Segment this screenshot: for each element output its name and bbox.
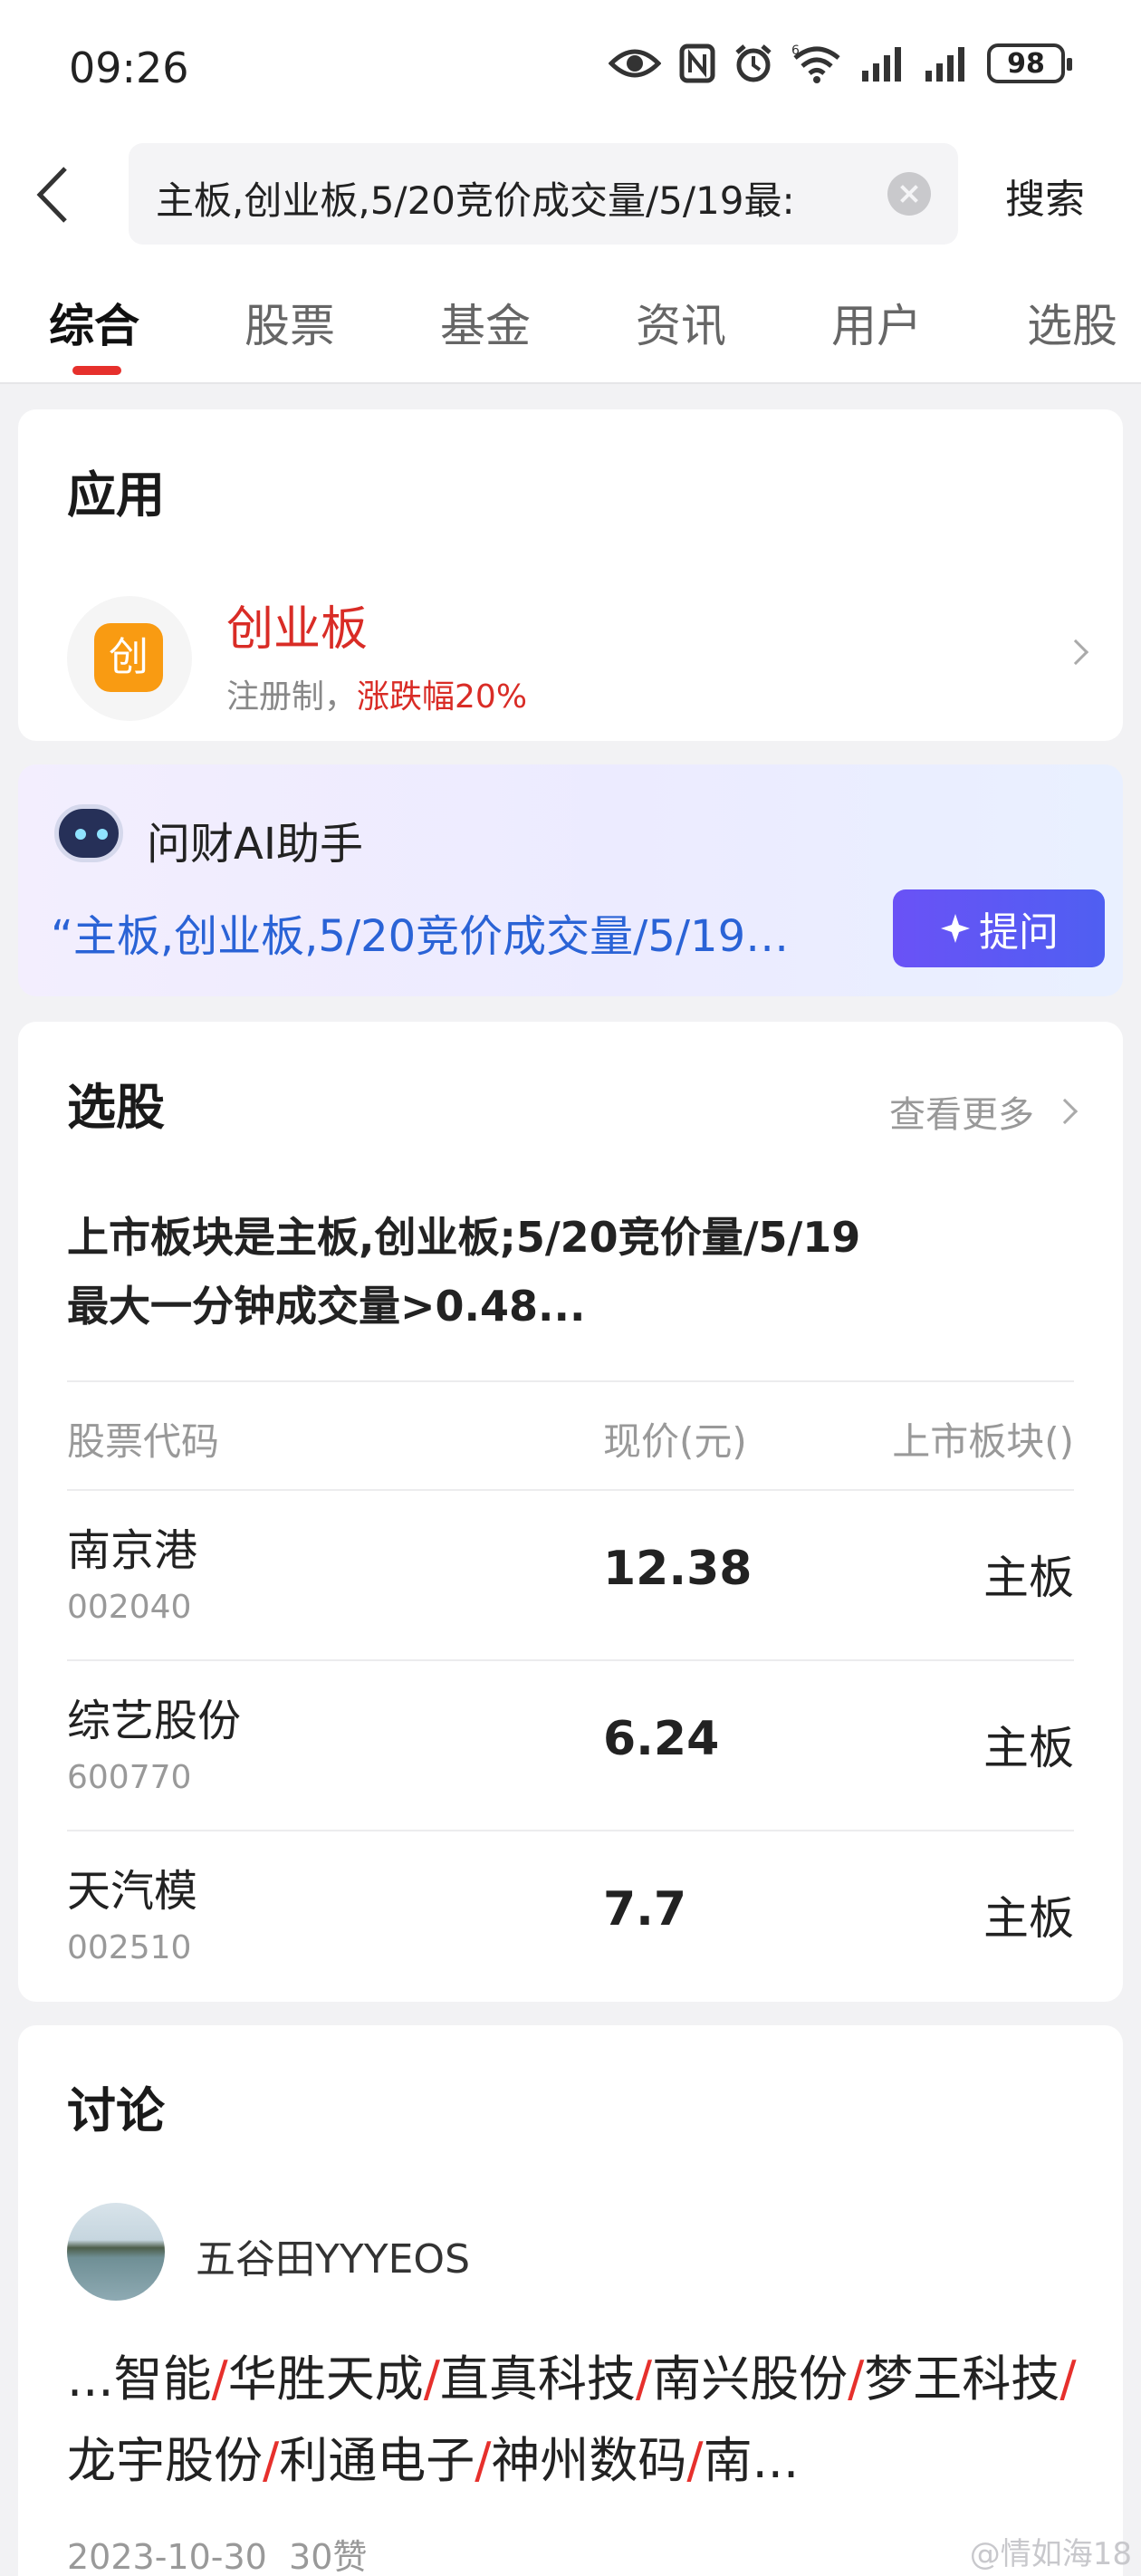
- apps-title: 应用: [67, 466, 165, 524]
- chinext-app-icon: 创: [94, 623, 163, 692]
- signal-icon: [925, 47, 964, 82]
- status-bar: 09:26 6 98: [0, 0, 1141, 136]
- discussion-card: 讨论 五谷田YYYEOS ...智能/华胜天成/直真科技/南兴股份/梦王科技/龙…: [18, 2025, 1123, 2576]
- eye-icon: [609, 49, 661, 78]
- apps-card: 应用 创 创业板 注册制，涨跌幅20%: [18, 409, 1123, 741]
- divider: [67, 1489, 1074, 1491]
- stock-price: 12.38: [603, 1542, 753, 1596]
- post-item: 神州数码: [491, 2432, 687, 2489]
- post-date: 2023-10-30: [67, 2537, 267, 2576]
- app-description: 注册制，涨跌幅20%: [226, 670, 527, 717]
- alarm-icon: [735, 44, 772, 82]
- discussion-title: 讨论: [67, 2082, 165, 2139]
- separator: /: [686, 2432, 704, 2489]
- column-header-code: 股票代码: [67, 1419, 220, 1464]
- nfc-icon: [679, 43, 715, 83]
- robot-eye-icon: [97, 829, 108, 840]
- divider: [67, 1380, 1074, 1382]
- ai-robot-icon: [54, 804, 123, 862]
- separator: /: [475, 2432, 492, 2489]
- tab-comprehensive[interactable]: 综合: [49, 290, 139, 355]
- chevron-right-icon: [1062, 639, 1089, 666]
- watermark: @情如海18: [969, 2536, 1132, 2572]
- stock-name: 综艺股份: [67, 1696, 242, 1746]
- divider: [67, 1659, 1074, 1661]
- separator: /: [848, 2350, 865, 2408]
- ai-assistant-card[interactable]: 问财AI助手 “主板,创业板,5/20竞价成交量/5/19… 提问: [18, 764, 1123, 996]
- post-item: 南兴股份: [652, 2350, 849, 2408]
- post-likes: 30赞: [289, 2537, 368, 2576]
- post-item: 龙宇股份: [67, 2432, 263, 2489]
- app-desc-highlight: 涨跌幅20%: [357, 678, 528, 716]
- post-item: 梦王科技: [864, 2350, 1060, 2408]
- tab-news[interactable]: 资讯: [636, 290, 726, 355]
- ask-button-label: 提问: [979, 909, 1059, 956]
- stock-name: 南京港: [67, 1525, 198, 1576]
- search-button[interactable]: 搜索: [1005, 167, 1085, 225]
- tab-funds[interactable]: 基金: [440, 290, 531, 355]
- stock-name: 天汽模: [67, 1866, 198, 1917]
- post-item: 南...: [703, 2432, 800, 2489]
- stock-board: 主板: [983, 1722, 1074, 1774]
- view-more-label: 查看更多: [889, 1094, 1034, 1136]
- tab-stocks[interactable]: 股票: [244, 290, 335, 355]
- stock-picking-title: 选股: [67, 1079, 165, 1136]
- svg-text:6: 6: [791, 43, 800, 58]
- battery-level: 98: [1007, 47, 1045, 80]
- stock-board: 主板: [983, 1892, 1074, 1945]
- stock-picking-card: 选股 查看更多 上市板块是主板,创业板;5/20竞价量/5/19最大一分钟成交量…: [18, 1022, 1123, 2002]
- battery-icon: 98: [987, 43, 1072, 83]
- stock-board: 主板: [983, 1552, 1074, 1604]
- separator: /: [423, 2350, 440, 2408]
- tab-users[interactable]: 用户: [831, 290, 922, 355]
- user-name[interactable]: 五谷田YYYEOS: [196, 2226, 470, 2284]
- search-header: 主板,创业板,5/20竞价成交量/5/19最: 搜索: [0, 136, 1141, 250]
- post-item: 智能: [113, 2350, 212, 2408]
- ask-button[interactable]: 提问: [893, 889, 1105, 967]
- search-input[interactable]: 主板,创业板,5/20竞价成交量/5/19最:: [129, 143, 958, 245]
- column-header-price: 现价(元): [603, 1419, 747, 1464]
- signal-icon: [862, 47, 901, 82]
- robot-eye-icon: [75, 829, 86, 840]
- screening-query[interactable]: 上市板块是主板,创业板;5/20竞价量/5/19最大一分钟成交量>0.48...: [67, 1203, 864, 1341]
- separator: /: [1060, 2350, 1077, 2408]
- sparkle-icon: [941, 914, 970, 943]
- stock-code: 600770: [67, 1759, 192, 1796]
- category-tabs: 综合 股票 基金 资讯 用户 选股: [0, 250, 1141, 384]
- clear-icon[interactable]: [887, 172, 931, 216]
- post-item: 利通电子: [279, 2432, 475, 2489]
- post-item: 直真科技: [439, 2350, 636, 2408]
- status-time: 09:26: [69, 43, 189, 92]
- tab-stock-picking[interactable]: 选股: [1027, 290, 1117, 355]
- app-icon-wrapper: 创: [67, 596, 192, 721]
- separator: /: [635, 2350, 653, 2408]
- stock-code: 002510: [67, 1929, 192, 1966]
- view-more-link[interactable]: 查看更多: [889, 1085, 1079, 1138]
- app-desc-prefix: 注册制，: [226, 678, 358, 716]
- wifi-icon: 6: [791, 43, 840, 83]
- column-header-board: 上市板块(): [892, 1419, 1074, 1464]
- back-arrow-icon[interactable]: [31, 163, 76, 226]
- post-prefix: ...: [67, 2350, 114, 2408]
- ai-title: 问财AI助手: [147, 819, 363, 870]
- stock-price: 7.7: [603, 1882, 687, 1937]
- ai-suggested-question[interactable]: “主板,创业板,5/20竞价成交量/5/19…: [51, 900, 893, 964]
- search-query-text[interactable]: 主板,创业板,5/20竞价成交量/5/19最:: [156, 170, 853, 226]
- chevron-right-icon: [1051, 1098, 1079, 1125]
- post-meta: 2023-10-30 30赞: [67, 2529, 367, 2576]
- separator: /: [263, 2432, 280, 2489]
- post-content[interactable]: ...智能/华胜天成/直真科技/南兴股份/梦王科技/龙宇股份/利通电子/神州数码…: [67, 2339, 1081, 2502]
- divider: [67, 1830, 1074, 1831]
- avatar[interactable]: [67, 2203, 165, 2301]
- post-item: 华胜天成: [227, 2350, 424, 2408]
- app-name: 创业板: [226, 602, 369, 657]
- stock-price: 6.24: [603, 1712, 720, 1766]
- status-icons: 6 98: [609, 43, 1072, 83]
- active-tab-indicator: [72, 366, 121, 375]
- stock-code: 002040: [67, 1589, 192, 1626]
- separator: /: [211, 2350, 228, 2408]
